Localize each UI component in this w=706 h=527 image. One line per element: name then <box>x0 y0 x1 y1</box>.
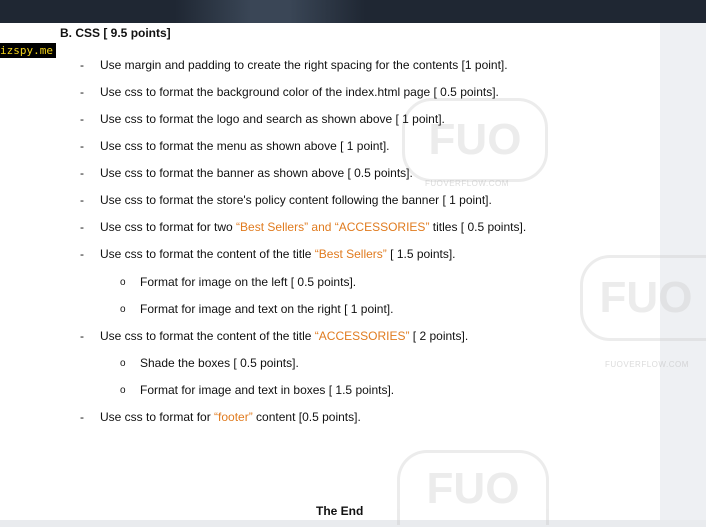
list-item: - Use css to format for “footer” content … <box>80 410 361 424</box>
item-text: Use css to format the banner as shown ab… <box>100 166 413 180</box>
dash-bullet: - <box>80 193 84 207</box>
dash-bullet: - <box>80 112 84 126</box>
item-text: [ 1.5 points]. <box>386 247 456 261</box>
item-text: Format for image and text on the right [… <box>140 302 394 316</box>
list-item: - Use css to format the banner as shown a… <box>80 166 413 180</box>
dash-bullet: - <box>80 220 84 234</box>
highlighted-text: “Best Sellers” <box>314 247 387 261</box>
watermark-url: FUOVERFLOW.COM <box>605 360 689 369</box>
item-text: Use css to format the menu as shown abov… <box>100 139 390 153</box>
highlighted-text: “Best Sellers” and “ACCESSORIES” <box>236 220 430 234</box>
dash-bullet: - <box>80 58 84 72</box>
item-text: Use css to format for <box>100 410 215 424</box>
item-text: content [0.5 points]. <box>252 410 361 424</box>
sub-list-item: o Shade the boxes [ 0.5 points]. <box>120 356 299 370</box>
item-text: Use css to format the background color o… <box>100 85 499 99</box>
circle-bullet: o <box>120 304 126 315</box>
bottom-bar <box>0 520 706 527</box>
sub-list-item: o Format for image on the left [ 0.5 poin… <box>120 275 357 289</box>
watermark-url: FUOVERFLOW.COM <box>425 179 509 188</box>
list-item: - Use css to format the background color … <box>80 85 499 99</box>
circle-bullet: o <box>120 277 126 288</box>
circle-bullet: o <box>120 358 126 369</box>
item-text: Format for image and text in boxes [ 1.5… <box>140 383 395 397</box>
item-text: [ 2 points]. <box>409 329 469 343</box>
watermark-logo: FUO <box>580 255 706 341</box>
list-item: - Use css to format the logo and search a… <box>80 112 445 126</box>
dash-bullet: - <box>80 329 84 343</box>
dash-bullet: - <box>80 166 84 180</box>
dash-bullet: - <box>80 247 84 261</box>
list-item: - Use css to format the store's policy co… <box>80 193 492 207</box>
item-text: Use css to format the content of the tit… <box>100 329 315 343</box>
list-item: - Use css to format the content of the ti… <box>80 329 469 343</box>
sub-list-item: o Format for image and text in boxes [ 1.… <box>120 383 395 397</box>
dash-bullet: - <box>80 85 84 99</box>
circle-bullet: o <box>120 385 126 396</box>
list-item: - Use css to format the menu as shown abo… <box>80 139 390 153</box>
item-text: Use margin and padding to create the rig… <box>100 58 508 72</box>
site-badge: izspy.me <box>0 43 56 58</box>
list-item: - Use margin and padding to create the ri… <box>80 58 508 72</box>
highlighted-text: “footer” <box>214 410 253 424</box>
dash-bullet: - <box>80 139 84 153</box>
item-text: Use css to format the logo and search as… <box>100 112 445 126</box>
item-text: Use css to format the store's policy con… <box>100 193 492 207</box>
list-item: - Use css to format for two “Best Sellers… <box>80 220 527 234</box>
top-bar <box>0 0 706 23</box>
sub-list-item: o Format for image and text on the right … <box>120 302 394 316</box>
item-text: Use css to format the content of the tit… <box>100 247 315 261</box>
watermark-logo: FUO <box>402 98 548 182</box>
the-end-label: The End <box>316 504 364 518</box>
item-text: Use css to format for two <box>100 220 237 234</box>
watermark-logo: FUO <box>397 450 549 525</box>
top-bar-blur <box>175 0 365 23</box>
section-title: B. CSS [ 9.5 points] <box>60 26 171 40</box>
item-text: Format for image on the left [ 0.5 point… <box>140 275 357 289</box>
dash-bullet: - <box>80 410 84 424</box>
list-item: - Use css to format the content of the ti… <box>80 247 456 261</box>
item-text: titles [ 0.5 points]. <box>429 220 527 234</box>
item-text: Shade the boxes [ 0.5 points]. <box>140 356 299 370</box>
highlighted-text: “ACCESSORIES” <box>314 329 410 343</box>
